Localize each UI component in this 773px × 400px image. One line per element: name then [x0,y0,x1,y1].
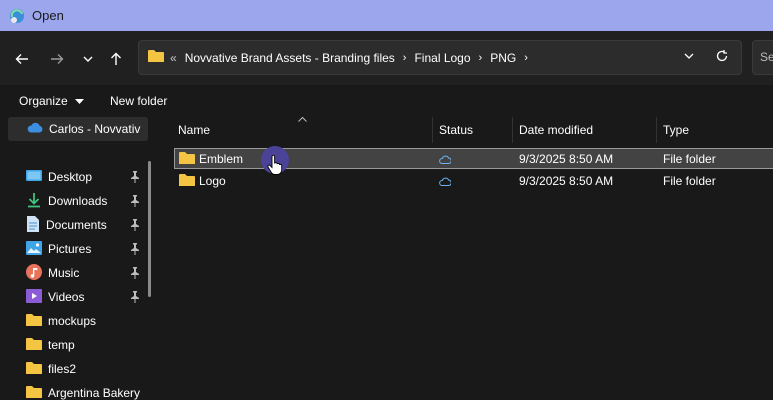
file-name: Logo [199,174,226,188]
command-bar: Organize New folder [0,85,773,117]
sidebar-item-music[interactable]: Music [26,261,150,285]
folder-icon [26,313,42,330]
chevron-down-icon [83,56,93,62]
sidebar-item-documents[interactable]: Documents [26,213,150,237]
sidebar-item-desktop[interactable]: Desktop [26,165,150,189]
up-button[interactable] [105,48,127,70]
folder-icon [26,361,42,378]
sort-ascending-icon [298,114,307,125]
sidebar-item-label: Argentina Bakery [48,386,141,400]
window-title: Open [32,8,64,23]
sidebar-scrollbar[interactable] [148,161,151,297]
arrow-right-icon [51,54,64,64]
sidebar-item-label: Documents [46,218,107,232]
new-folder-button[interactable]: New folder [110,94,167,108]
sidebar-item-label: files2 [48,362,77,376]
sidebar-item-label: Music [48,266,80,280]
file-name: Emblem [199,152,244,166]
organize-button[interactable]: Organize [19,94,85,108]
search-input[interactable]: Se [752,40,773,75]
pin-icon[interactable] [130,291,140,306]
pin-icon[interactable] [130,267,140,282]
sidebar-item-videos[interactable]: Videos [26,285,150,309]
address-actions [683,41,741,74]
breadcrumb-separator[interactable]: › [403,52,407,64]
file-type: File folder [663,174,716,188]
sidebar-item-onedrive[interactable]: Carlos - Novvativ [8,117,148,141]
sidebar-item-downloads[interactable]: Downloads [26,189,150,213]
folder-icon [26,385,42,400]
table-row-emblem[interactable]: Emblem 9/3/2025 8:50 AM File folder [174,146,773,175]
breadcrumb-separator[interactable]: › [524,52,528,64]
documents-icon [26,215,40,235]
app-icon [8,7,26,25]
cloud-icon [27,122,43,136]
forward-button[interactable] [46,48,68,70]
pin-icon[interactable] [130,195,140,210]
folder-icon [26,337,42,354]
pin-icon[interactable] [130,171,140,186]
desktop-icon [26,169,42,186]
arrow-left-icon [15,54,28,64]
organize-label: Organize [19,94,68,108]
file-list: Name Status Date modified Type Emblem 9/… [160,114,773,400]
recent-locations-button[interactable] [77,48,99,70]
sidebar-item-pictures[interactable]: Pictures [26,237,150,261]
back-button[interactable] [11,48,33,70]
breadcrumb-separator[interactable]: › [479,52,483,64]
download-icon [26,192,42,211]
navigation-pane: Carlos - Novvativ Desktop Downloads Docu… [0,117,160,400]
pin-icon[interactable] [130,219,140,234]
column-header-status[interactable]: Status [439,123,473,137]
breadcrumb-png[interactable]: PNG [490,51,516,65]
arrow-up-icon [111,52,121,65]
column-header-name[interactable]: Name [178,123,210,137]
breadcrumb-final-logo[interactable]: Final Logo [414,51,470,65]
breadcrumb-brand-assets[interactable]: Novvative Brand Assets - Branding files [185,51,395,65]
column-divider[interactable] [432,117,433,143]
cloud-status-icon [439,153,452,167]
file-date: 9/3/2025 8:50 AM [519,174,614,188]
folder-icon [179,151,195,168]
refresh-icon [716,50,728,62]
navigation-bar: « Novvative Brand Assets - Branding file… [0,31,773,85]
sidebar-item-label: Videos [48,290,85,304]
address-history-button[interactable] [683,50,695,65]
sidebar-item-label: Carlos - Novvativ [49,122,141,136]
chevron-down-icon [684,53,694,59]
folder-icon [148,49,164,66]
music-icon [26,263,42,283]
folder-icon [179,173,195,190]
refresh-button[interactable] [715,49,729,66]
pin-icon[interactable] [130,243,140,258]
title-bar: Open [0,0,773,31]
sidebar-item-mockups[interactable]: mockups [26,309,150,333]
address-bar[interactable]: « Novvative Brand Assets - Branding file… [138,40,742,75]
caret-down-icon [75,98,85,104]
pictures-icon [26,240,42,258]
sidebar-item-label: Downloads [48,194,108,208]
column-divider[interactable] [512,117,513,143]
sidebar-item-label: Desktop [48,170,93,184]
sidebar-item-temp[interactable]: temp [26,333,150,357]
sidebar-item-argentina-bakery[interactable]: Argentina Bakery [26,381,150,400]
column-header-date-modified[interactable]: Date modified [519,123,593,137]
overflow-chevron[interactable]: « [170,51,177,65]
sidebar-item-label: temp [48,338,75,352]
file-date: 9/3/2025 8:50 AM [519,152,614,166]
column-divider[interactable] [656,117,657,143]
videos-icon [26,288,42,306]
sidebar-item-label: Pictures [48,242,92,256]
file-type: File folder [663,152,716,166]
table-row-logo[interactable]: Logo 9/3/2025 8:50 AM File folder [174,170,773,191]
sidebar-item-label: mockups [48,314,97,328]
column-header-type[interactable]: Type [663,123,689,137]
cloud-status-icon [439,175,452,189]
sidebar-item-files2[interactable]: files2 [26,357,150,381]
